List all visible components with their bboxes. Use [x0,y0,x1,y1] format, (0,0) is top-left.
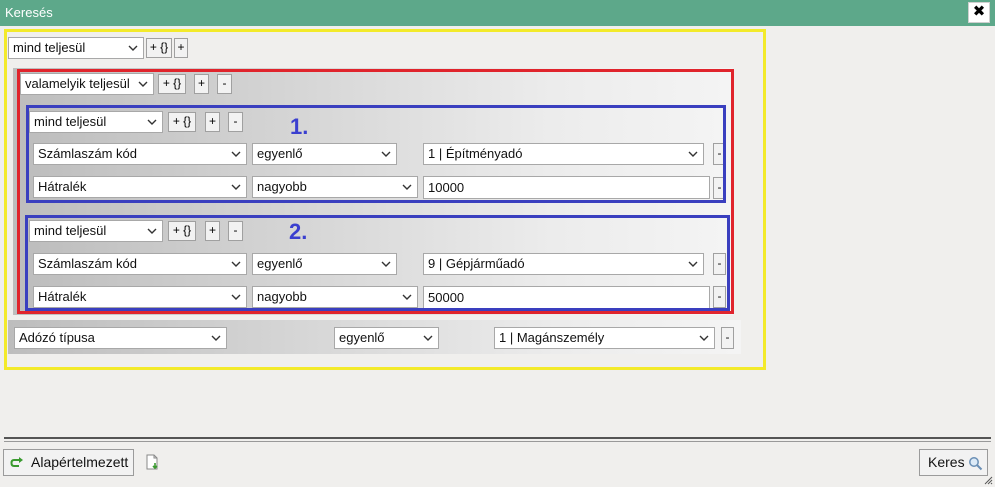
subgroup-2-remove-button[interactable]: - [228,221,243,241]
subgroup-2-add-condition-button[interactable]: + [205,221,220,241]
condition-field-value: Számlaszám kód [38,256,137,271]
close-icon: ✖ [972,3,986,20]
chevron-down-icon [381,261,391,267]
chevron-down-icon [688,151,698,157]
condition-field-value: Adózó típusa [19,330,95,345]
condition-remove-button[interactable]: - [713,253,726,275]
chevron-down-icon [688,261,698,267]
condition-value-select[interactable]: 9 | Gépjárműadó [423,253,704,275]
export-button[interactable] [145,454,161,471]
title-bar: Keresés ✖ [0,0,995,26]
condition-value-select[interactable]: 1 | Építményadó [423,143,704,165]
condition-value-text: 1 | Építményadó [428,146,523,161]
or-group-remove-button[interactable]: - [217,74,232,94]
footer-divider [4,437,991,439]
condition-value-text: 1 | Magánszemély [499,330,605,345]
condition-operator-select[interactable]: egyenlő [252,143,397,165]
resize-grip-icon[interactable] [983,475,993,485]
search-button[interactable]: Keres [919,449,988,476]
condition-operator-value: egyenlő [257,146,303,161]
condition-operator-value: egyenlő [339,330,385,345]
condition-value-select[interactable]: 1 | Magánszemély [494,327,715,349]
condition-operator-select[interactable]: nagyobb [252,176,418,198]
condition-value-input[interactable]: 50000 [423,286,710,309]
chevron-down-icon [231,151,241,157]
window-title: Keresés [5,5,53,20]
subgroup-1-add-group-button[interactable]: + {} [168,112,196,132]
condition-operator-value: nagyobb [257,179,307,194]
root-add-group-button[interactable]: + {} [146,38,172,58]
condition-remove-button[interactable]: - [721,327,734,349]
footer-divider-shadow [4,441,991,442]
subgroup-2-add-group-button[interactable]: + {} [168,221,196,241]
chevron-down-icon [231,294,241,300]
defaults-button[interactable]: Alapértelmezett [3,449,134,476]
chevron-down-icon [381,151,391,157]
condition-remove-button[interactable]: - [713,177,726,199]
condition-field-select[interactable]: Adózó típusa [14,327,227,349]
search-label: Keres [928,454,965,470]
chevron-down-icon [128,45,138,51]
subgroup-2-marker: 2. [289,219,308,244]
subgroup-1-remove-button[interactable]: - [228,112,243,132]
subgroup-2-mode-value: mind teljesül [34,223,107,238]
condition-operator-value: egyenlő [257,256,303,271]
condition-field-value: Hátralék [38,179,87,194]
export-icon [146,454,158,470]
condition-field-select[interactable]: Számlaszám kód [33,143,247,165]
condition-operator-select[interactable]: nagyobb [252,286,418,308]
subgroup-2-mode-select[interactable]: mind teljesül [29,220,163,242]
defaults-label: Alapértelmezett [31,454,129,470]
chevron-down-icon [699,335,709,341]
subgroup-1-marker: 1. [290,114,309,139]
close-button[interactable]: ✖ [968,2,990,23]
subgroup-1-mode-value: mind teljesül [34,114,107,129]
chevron-down-icon [402,184,412,190]
or-group-mode-value: valamelyik teljesül [25,76,130,91]
condition-remove-button[interactable]: - [713,143,726,165]
or-group-add-group-button[interactable]: + {} [158,74,186,94]
chevron-down-icon [211,335,221,341]
chevron-down-icon [147,228,157,234]
condition-value-input[interactable]: 10000 [423,176,710,199]
chevron-down-icon [138,81,148,87]
chevron-down-icon [231,261,241,267]
condition-field-select[interactable]: Hátralék [33,176,247,198]
reset-arrow-icon [10,457,23,467]
or-group-mode-select[interactable]: valamelyik teljesül [20,73,154,95]
root-add-condition-button[interactable]: + [174,38,188,58]
chevron-down-icon [231,184,241,190]
condition-field-select[interactable]: Számlaszám kód [33,253,247,275]
condition-field-select[interactable]: Hátralék [33,286,247,308]
condition-remove-button[interactable]: - [713,286,726,308]
chevron-down-icon [147,119,157,125]
or-group-add-condition-button[interactable]: + [194,74,209,94]
condition-field-value: Számlaszám kód [38,146,137,161]
subgroup-1-add-condition-button[interactable]: + [205,112,220,132]
condition-operator-select[interactable]: egyenlő [334,327,439,349]
subgroup-1-mode-select[interactable]: mind teljesül [29,111,163,133]
condition-field-value: Hátralék [38,289,87,304]
root-mode-select[interactable]: mind teljesül [8,37,144,59]
chevron-down-icon [402,294,412,300]
condition-operator-value: nagyobb [257,289,307,304]
chevron-down-icon [423,335,433,341]
condition-operator-select[interactable]: egyenlő [252,253,397,275]
root-mode-value: mind teljesül [13,40,86,55]
magnifier-icon [969,457,983,471]
condition-value-text: 9 | Gépjárműadó [428,256,525,271]
